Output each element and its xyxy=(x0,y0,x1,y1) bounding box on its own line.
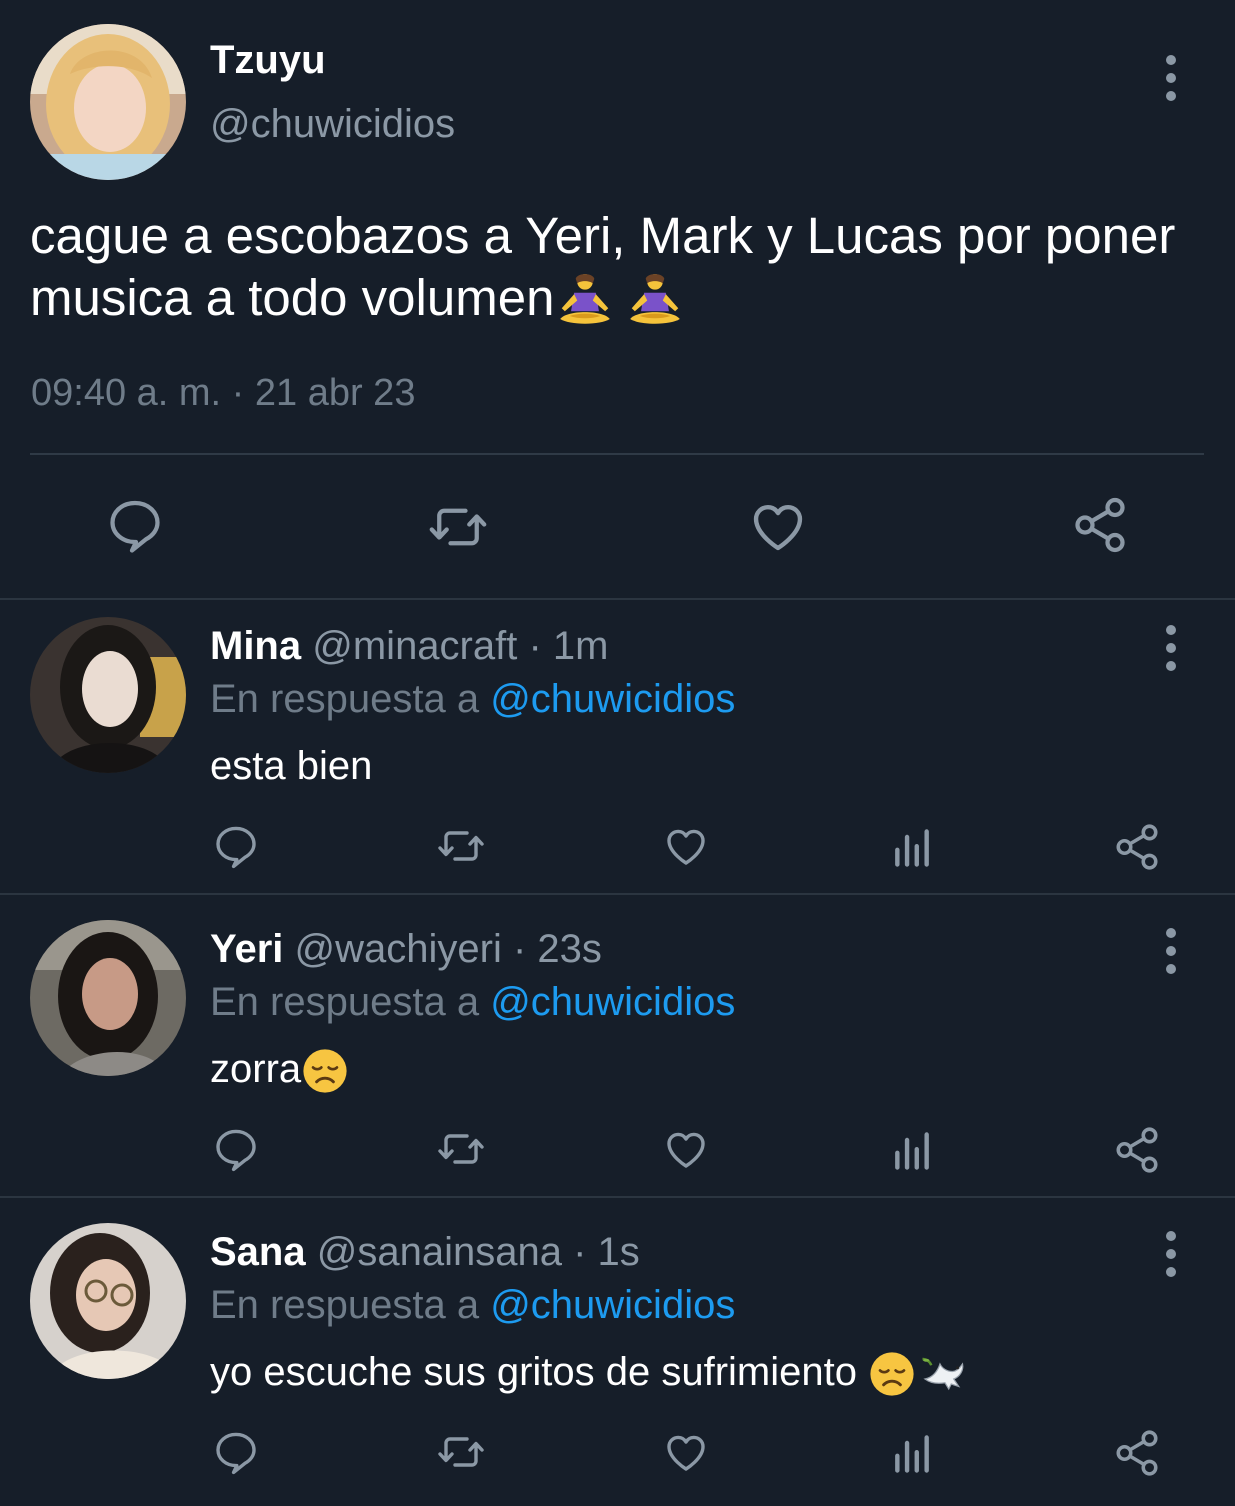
lotus-emoji-icon xyxy=(554,271,616,333)
views-icon[interactable] xyxy=(890,1432,934,1476)
reply-icon[interactable] xyxy=(212,1125,260,1173)
views-icon[interactable] xyxy=(890,826,934,870)
author-handle[interactable]: @chuwicidios xyxy=(210,102,455,147)
dove-emoji-icon xyxy=(920,1349,970,1399)
author-name[interactable]: Mina xyxy=(210,624,301,668)
author-name[interactable]: Tzuyu xyxy=(210,38,326,83)
in-reply-prefix: En respuesta a xyxy=(210,677,480,721)
more-options-icon[interactable] xyxy=(1159,55,1183,101)
avatar[interactable] xyxy=(30,24,186,180)
retweet-icon[interactable] xyxy=(434,822,488,870)
reply-text: yo escuche sus gritos de sufrimiento xyxy=(210,1346,970,1399)
in-reply-prefix: En respuesta a xyxy=(210,980,480,1024)
in-reply-link[interactable]: @chuwicidios xyxy=(490,1283,735,1327)
author-name[interactable]: Yeri xyxy=(210,927,283,971)
more-options-icon[interactable] xyxy=(1159,928,1183,974)
in-reply-prefix: En respuesta a xyxy=(210,1283,480,1327)
in-reply-link[interactable]: @chuwicidios xyxy=(490,677,735,721)
divider xyxy=(30,453,1204,455)
more-options-icon[interactable] xyxy=(1159,625,1183,671)
in-reply-to: En respuesta a @chuwicidios xyxy=(210,1279,735,1331)
more-options-icon[interactable] xyxy=(1159,1231,1183,1277)
like-icon[interactable] xyxy=(662,1125,710,1173)
share-icon[interactable] xyxy=(1112,822,1162,872)
main-tweet: Tzuyu @chuwicidios cague a escobazos a Y… xyxy=(0,0,1235,598)
reply-tweet[interactable]: Mina @minacraft · 1m En respuesta a @chu… xyxy=(0,600,1235,900)
reply-body: zorra xyxy=(210,1047,302,1091)
author-handle[interactable]: @wachiyeri xyxy=(295,927,502,971)
retweet-icon[interactable] xyxy=(434,1125,488,1173)
share-icon[interactable] xyxy=(1112,1428,1162,1478)
reply-body: yo escuche sus gritos de sufrimiento xyxy=(210,1350,869,1394)
reply-text: zorra xyxy=(210,1043,349,1095)
share-icon[interactable] xyxy=(1070,495,1130,555)
reply-body: esta bien xyxy=(210,744,373,788)
avatar[interactable] xyxy=(30,617,186,773)
views-icon[interactable] xyxy=(890,1129,934,1173)
like-icon[interactable] xyxy=(662,1428,710,1476)
avatar[interactable] xyxy=(30,920,186,1076)
divider xyxy=(0,1196,1235,1198)
like-icon[interactable] xyxy=(747,495,809,557)
in-reply-to: En respuesta a @chuwicidios xyxy=(210,673,735,725)
reply-time[interactable]: · 1m xyxy=(528,624,608,668)
lotus-emoji-icon xyxy=(624,271,686,333)
retweet-icon[interactable] xyxy=(425,497,491,557)
in-reply-to: En respuesta a @chuwicidios xyxy=(210,976,735,1028)
disappointed-face-emoji-icon xyxy=(301,1047,349,1095)
tweet-timestamp[interactable]: 09:40 a. m. · 21 abr 23 xyxy=(31,372,415,415)
disappointed-face-emoji-icon xyxy=(868,1350,916,1398)
author-name[interactable]: Sana xyxy=(210,1230,306,1274)
reply-tweet[interactable]: Yeri @wachiyeri · 23s En respuesta a @ch… xyxy=(0,903,1235,1203)
like-icon[interactable] xyxy=(662,822,710,870)
reply-icon[interactable] xyxy=(212,822,260,870)
retweet-icon[interactable] xyxy=(434,1428,488,1476)
tweet-text: cague a escobazos a Yeri, Mark y Lucas p… xyxy=(30,205,1190,333)
reply-text: esta bien xyxy=(210,740,372,792)
reply-time[interactable]: · 1s xyxy=(573,1230,640,1274)
in-reply-link[interactable]: @chuwicidios xyxy=(490,980,735,1024)
reply-icon[interactable] xyxy=(212,1428,260,1476)
share-icon[interactable] xyxy=(1112,1125,1162,1175)
reply-icon[interactable] xyxy=(105,495,165,555)
reply-header: Mina @minacraft · 1m xyxy=(210,620,608,672)
author-handle[interactable]: @minacraft xyxy=(312,624,517,668)
reply-tweet[interactable]: Sana @sanainsana · 1s En respuesta a @ch… xyxy=(0,1206,1235,1506)
divider xyxy=(0,893,1235,895)
avatar[interactable] xyxy=(30,1223,186,1379)
author-handle[interactable]: @sanainsana xyxy=(317,1230,562,1274)
reply-header: Yeri @wachiyeri · 23s xyxy=(210,923,602,975)
reply-time[interactable]: · 23s xyxy=(513,927,602,971)
reply-header: Sana @sanainsana · 1s xyxy=(210,1226,640,1278)
